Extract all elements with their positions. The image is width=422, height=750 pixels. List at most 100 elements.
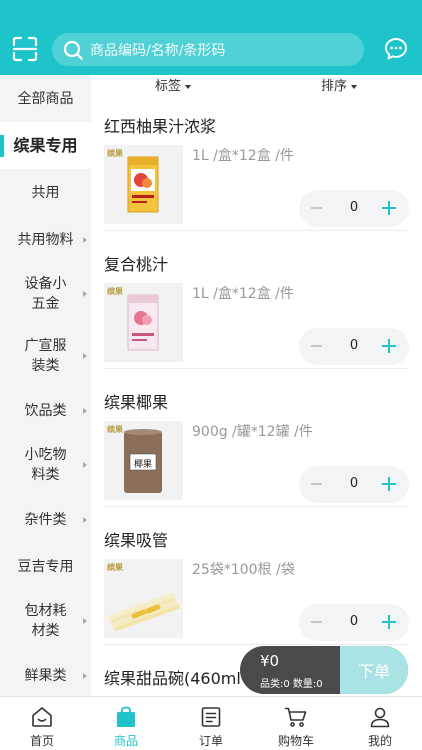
quantity-stepper: 0 xyxy=(299,190,409,227)
sidebar-item-label: 缤果专用 xyxy=(13,135,78,155)
caret-down-icon xyxy=(351,84,358,89)
place-order-button[interactable]: 下单 xyxy=(340,646,408,694)
can-label: 椰果 xyxy=(134,460,153,470)
brand-logo: 缤果 xyxy=(107,149,123,158)
product-item[interactable]: 缤果吸管 缤果 25袋*100根 /袋 0 xyxy=(104,507,409,645)
sidebar-item-douji[interactable]: 豆吉专用 xyxy=(0,543,91,590)
brand-logo: 缤果 xyxy=(107,425,123,434)
brand-logo: 缤果 xyxy=(107,287,123,296)
order-list-icon xyxy=(201,707,221,727)
increase-button[interactable] xyxy=(382,477,396,491)
sidebar-item-fresh-fruit[interactable]: 鲜果类 xyxy=(0,652,91,696)
scan-icon[interactable] xyxy=(12,36,38,62)
sidebar-item-packaging[interactable]: 包材耗材类 xyxy=(0,590,91,652)
product-image[interactable]: 缤果 xyxy=(104,559,183,638)
product-name: 缤果椰果 xyxy=(104,393,169,412)
product-image[interactable]: 缤果 xyxy=(104,283,183,362)
quantity-stepper: 0 xyxy=(299,328,409,365)
chevron-right-icon xyxy=(83,236,87,243)
product-name: 缤果吸管 xyxy=(104,531,169,550)
tag-filter[interactable]: 标签 xyxy=(155,75,192,94)
quantity-value[interactable]: 0 xyxy=(345,338,363,353)
sidebar-item-label: 鲜果类 xyxy=(24,667,67,684)
tab-orders[interactable]: 订单 xyxy=(169,697,253,750)
chevron-right-icon xyxy=(83,672,87,679)
product-spec: 25袋*100根 /袋 xyxy=(192,562,295,578)
bottom-tabbar: 首页 商品 订单 购物车 我的 xyxy=(0,696,422,750)
product-item[interactable]: 复合桃汁 缤果 1L /盒*12盒 /件 0 xyxy=(104,231,409,369)
tab-label: 首页 xyxy=(29,734,54,748)
product-spec: 1L /盒*12盒 /件 xyxy=(192,286,294,302)
sidebar-item-label: 全部商品 xyxy=(17,90,74,107)
tab-label: 我的 xyxy=(367,734,392,748)
search-input[interactable]: 商品编码/名称/条形码 xyxy=(90,40,225,60)
sidebar-item-label: 共用 xyxy=(31,184,60,201)
tab-label: 订单 xyxy=(198,734,223,748)
tab-label: 商品 xyxy=(113,734,138,748)
chevron-right-icon xyxy=(83,516,87,523)
decrease-button[interactable] xyxy=(311,345,322,347)
product-item[interactable]: 红西柚果汁浓浆 缤果 1L /盒*12盒 /件 0 xyxy=(104,93,409,231)
chevron-right-icon xyxy=(83,462,87,468)
brand-logo: 缤果 xyxy=(107,563,123,572)
sidebar-item-shared-materials[interactable]: 共用物料 xyxy=(0,216,91,263)
sidebar-item-drinks[interactable]: 饮品类 xyxy=(0,387,91,434)
product-name: 红西柚果汁浓浆 xyxy=(104,117,217,136)
top-header: 商品编码/名称/条形码 xyxy=(0,0,422,75)
cart-summary-bar[interactable]: ¥0 品类:0 数量:0 下单 xyxy=(240,646,408,694)
cart-total: ¥0 xyxy=(260,652,280,670)
quantity-value[interactable]: 0 xyxy=(345,614,363,629)
quantity-value[interactable]: 0 xyxy=(345,200,363,215)
product-name: 缤果甜品碗(460ml xyxy=(104,669,241,688)
sidebar-item-label: 豆吉专用 xyxy=(17,558,74,575)
sidebar-item-label: 包材耗材类 xyxy=(24,603,67,639)
chevron-right-icon xyxy=(83,353,87,359)
search-icon xyxy=(63,40,83,60)
quantity-value[interactable]: 0 xyxy=(345,476,363,491)
quantity-stepper: 0 xyxy=(299,604,409,641)
sidebar-item-binguo[interactable]: 缤果专用 xyxy=(0,122,91,169)
sort-filter[interactable]: 排序 xyxy=(321,75,358,94)
product-image[interactable]: 缤果 椰果 xyxy=(104,421,183,500)
chevron-right-icon xyxy=(83,291,87,297)
message-icon[interactable] xyxy=(384,37,408,61)
product-spec: 1L /盒*12盒 /件 xyxy=(192,148,294,164)
decrease-button[interactable] xyxy=(311,207,322,209)
increase-button[interactable] xyxy=(382,201,396,215)
bag-icon xyxy=(117,706,135,727)
sidebar-item-snacks[interactable]: 小吃物料类 xyxy=(0,434,91,496)
product-name: 复合桃汁 xyxy=(104,255,169,274)
tab-profile[interactable]: 我的 xyxy=(338,697,422,750)
sidebar-item-label: 共用物料 xyxy=(17,231,74,248)
sidebar-item-shared[interactable]: 共用 xyxy=(0,169,91,216)
increase-button[interactable] xyxy=(382,339,396,353)
decrease-button[interactable] xyxy=(311,621,322,623)
sidebar-item-label: 设备小五金 xyxy=(24,276,67,312)
cart-counts: 品类:0 数量:0 xyxy=(260,679,323,690)
home-icon xyxy=(32,707,52,727)
category-sidebar: 全部商品 缤果专用 共用 共用物料 设备小五金 广宣服装类 饮品类 小吃物料类 … xyxy=(0,75,91,696)
profile-icon xyxy=(370,707,390,728)
product-list: 红西柚果汁浓浆 缤果 1L /盒*12盒 /件 0 复合桃汁 缤果 1L /盒*… xyxy=(91,93,422,696)
chevron-right-icon xyxy=(83,618,87,624)
tab-home[interactable]: 首页 xyxy=(0,697,84,750)
product-item[interactable]: 缤果椰果 缤果 椰果 900g /罐*12罐 /件 0 xyxy=(104,369,409,507)
tag-filter-label: 标签 xyxy=(155,79,182,94)
sidebar-item-apparel[interactable]: 广宣服装类 xyxy=(0,325,91,387)
tab-products[interactable]: 商品 xyxy=(84,697,168,750)
filter-bar: 标签 排序 xyxy=(91,75,422,94)
sidebar-item-label: 饮品类 xyxy=(24,402,67,419)
chevron-right-icon xyxy=(83,407,87,414)
sidebar-item-label: 杂件类 xyxy=(24,511,67,528)
tab-cart[interactable]: 购物车 xyxy=(254,697,338,750)
search-bar[interactable]: 商品编码/名称/条形码 xyxy=(52,33,364,66)
product-spec: 900g /罐*12罐 /件 xyxy=(192,424,313,440)
sidebar-item-misc[interactable]: 杂件类 xyxy=(0,496,91,543)
product-image[interactable]: 缤果 xyxy=(104,145,183,224)
decrease-button[interactable] xyxy=(311,483,322,485)
sidebar-item-all[interactable]: 全部商品 xyxy=(0,75,91,122)
increase-button[interactable] xyxy=(382,615,396,629)
sidebar-item-equipment[interactable]: 设备小五金 xyxy=(0,263,91,325)
sidebar-item-label: 广宣服装类 xyxy=(24,338,67,374)
cart-icon xyxy=(284,707,307,727)
